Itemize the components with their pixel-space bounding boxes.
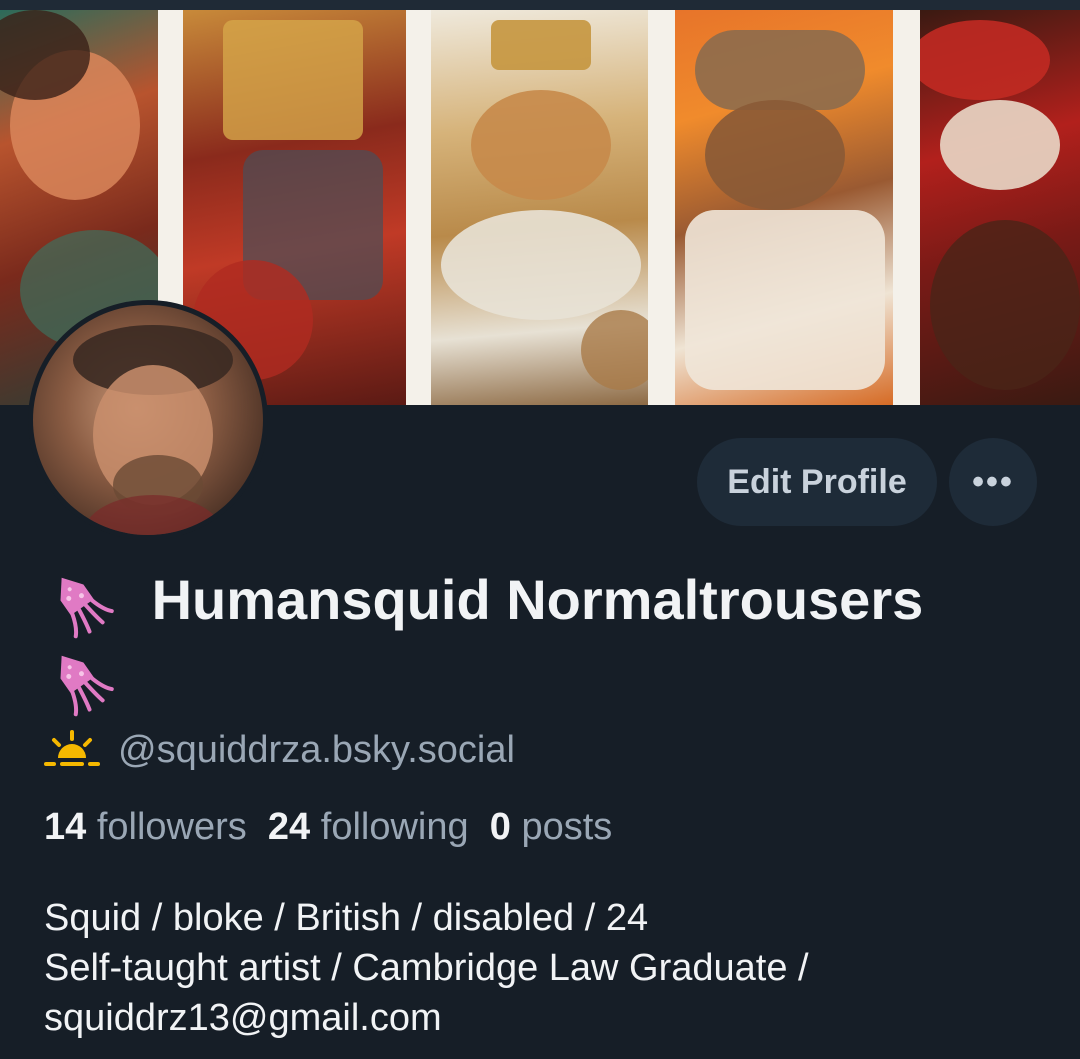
following-stat[interactable]: 24 following: [268, 806, 469, 848]
followers-count: 14: [44, 806, 87, 848]
followers-stat[interactable]: 14 followers: [44, 806, 247, 848]
squid-icon: [44, 568, 116, 640]
bio-line[interactable]: squiddrz13@gmail.com: [44, 993, 1044, 1043]
banner-art-panel-4: [675, 10, 893, 405]
handle-text[interactable]: @squiddrza.bsky.social: [118, 729, 515, 772]
posts-count: 0: [489, 806, 511, 848]
avatar-image: [33, 305, 263, 535]
posts-label: posts: [521, 806, 613, 848]
profile-bio: Squid / bloke / British / disabled / 24 …: [44, 893, 1044, 1043]
squid-icon: [44, 646, 116, 718]
followers-label: followers: [96, 806, 247, 848]
more-options-button[interactable]: •••: [949, 438, 1037, 526]
bio-line: Self-taught artist / Cambridge Law Gradu…: [44, 947, 809, 989]
sunrise-icon: [44, 728, 100, 773]
avatar[interactable]: [28, 300, 268, 540]
edit-profile-button[interactable]: Edit Profile: [697, 438, 937, 526]
banner-art-panel-5: [920, 10, 1080, 405]
handle-row: @squiddrza.bsky.social: [44, 722, 515, 778]
display-name-text: Humansquid Normaltrousers: [151, 568, 924, 631]
banner-art-panel-3: [431, 10, 648, 405]
profile-stats: 14 followers 24 following 0 posts: [44, 806, 612, 849]
following-count: 24: [267, 806, 311, 848]
status-bar: [0, 0, 1080, 10]
display-name: Humansquid Normaltrousers: [44, 562, 1044, 718]
posts-stat: 0 posts: [490, 806, 613, 848]
following-label: following: [320, 806, 469, 848]
bio-line: Squid / bloke / British / disabled / 24: [44, 897, 649, 939]
